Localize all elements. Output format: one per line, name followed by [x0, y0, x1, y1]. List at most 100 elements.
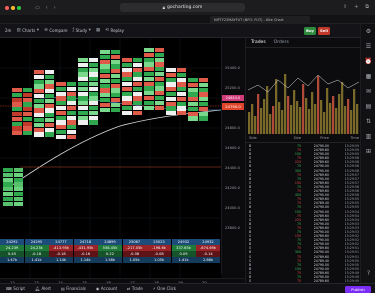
- footprint-cell: [188, 78, 198, 83]
- trade-label: Trade: [131, 286, 143, 291]
- interval-selector[interactable]: 2m: [5, 28, 11, 33]
- calendar-icon[interactable]: ▦: [364, 72, 373, 81]
- footprint-cell: [176, 96, 186, 101]
- alert-button[interactable]: 🔔︎ Alert: [35, 286, 51, 291]
- footprint-cell: [56, 101, 66, 106]
- footprint-cell: [13, 172, 23, 177]
- study-button[interactable]: ƒ Study ▾: [73, 28, 91, 33]
- histogram-bar: [308, 109, 311, 134]
- replay-button[interactable]: ⟲ Replay: [105, 28, 124, 33]
- footprint-cell: [44, 118, 54, 123]
- histogram-bar: [269, 114, 272, 134]
- stat-value: 1.05k: [147, 257, 171, 263]
- footprint-cell: [176, 72, 186, 77]
- footprint-cell: [110, 69, 120, 74]
- footprint-cell: [132, 101, 142, 106]
- buy-button[interactable]: Buy: [304, 27, 316, 35]
- footprint-cell: [3, 182, 13, 187]
- stat-value: 2.86k: [196, 257, 220, 263]
- forward-icon[interactable]: ›: [54, 5, 56, 11]
- lock-icon: 🔒︎: [162, 5, 166, 11]
- address-bar[interactable]: 🔒︎ gocharting.com: [120, 3, 245, 12]
- tab-trades[interactable]: Trades: [251, 40, 266, 45]
- histogram-bar: [266, 86, 269, 134]
- histogram-bar: [293, 90, 296, 134]
- trade-flow-icon[interactable]: ⇅: [364, 117, 373, 126]
- footprint-cell: [34, 118, 44, 123]
- alert-icon[interactable]: ⏰: [364, 57, 373, 66]
- sidebar-toggle-icon[interactable]: ▭: [35, 5, 40, 11]
- help-icon[interactable]: ?: [364, 269, 373, 278]
- footprint-cell: [100, 107, 110, 112]
- footprint-cell: [122, 62, 132, 67]
- footprint-cell: [56, 130, 66, 135]
- maximize-window-button[interactable]: [17, 5, 21, 10]
- code-icon: ⌨: [6, 286, 12, 291]
- footprint-cell: [154, 105, 164, 110]
- footprint-cell: [176, 111, 186, 116]
- footprint-cell: [110, 54, 120, 59]
- bell-icon: 🔔︎: [34, 286, 40, 291]
- footprint-cell: [144, 76, 154, 81]
- footprint-cell: [176, 68, 186, 73]
- settings-icon[interactable]: ⚙: [364, 27, 373, 36]
- charts-menu[interactable]: ▥ Charts ▾: [16, 28, 39, 33]
- footprint-cell: [166, 101, 176, 106]
- trade-button[interactable]: ⇄ Trade: [127, 286, 143, 291]
- new-tab-icon[interactable]: +: [354, 4, 358, 10]
- chevron-down-icon: ▾: [88, 28, 91, 33]
- footprint-cell: [88, 96, 98, 101]
- footprint-cell: [132, 62, 142, 67]
- footprint-cell: [166, 68, 176, 73]
- financials-label: Financials: [66, 286, 86, 291]
- footprint-cell: [88, 77, 98, 82]
- watchlist-icon[interactable]: ☰: [364, 42, 373, 51]
- stat-column: 24932 337.65k 0.09 1.41k: [171, 239, 196, 263]
- footprint-cell: [12, 126, 22, 131]
- sell-button[interactable]: Sell: [318, 27, 330, 35]
- footprint-cell: [166, 111, 176, 116]
- publish-button[interactable]: Publish: [345, 285, 371, 293]
- layout-button[interactable]: ▦: [96, 28, 100, 33]
- right-sidebar: ⚙ ☰ ⏰ ▦ ✉ ▤ ⇅ ▥ ⊞ ?: [360, 24, 375, 283]
- footprint-cell: [66, 86, 76, 91]
- footprint-cell: [44, 108, 54, 113]
- chat-icon[interactable]: ✉: [364, 87, 373, 96]
- tab-orders[interactable]: Orders: [274, 40, 289, 45]
- footprint-cell: [44, 127, 54, 132]
- histogram-bar: [326, 88, 329, 134]
- footprint-cell: [78, 72, 88, 77]
- footprint-cell: [176, 101, 186, 106]
- histogram-bar: [329, 103, 332, 134]
- footprint-cell: [12, 92, 22, 97]
- price-axis[interactable]: 25400.0 25200.0 25000.0 24800.0 24600.0 …: [221, 38, 245, 274]
- trades-panel: Trades Orders Side Size Price Time B 75 24…: [245, 38, 361, 283]
- close-window-button[interactable]: [5, 5, 9, 10]
- financials-button[interactable]: ▤ Financials: [61, 286, 86, 291]
- compare-button[interactable]: ⊕ Compare: [44, 28, 67, 33]
- minimize-window-button[interactable]: [11, 5, 15, 10]
- footprint-cell: [100, 64, 110, 69]
- footprint-cell: [154, 96, 164, 101]
- histogram-bar: [311, 92, 314, 134]
- back-icon[interactable]: ‹: [46, 5, 48, 11]
- footprint-cell: [100, 98, 110, 103]
- footprint-cell: [100, 74, 110, 79]
- account-button[interactable]: ◉ Account: [96, 286, 117, 291]
- script-button[interactable]: ⌨ Script: [6, 286, 25, 291]
- tab-overview-icon[interactable]: ⧉: [365, 4, 369, 10]
- footprint-cell: [198, 87, 208, 92]
- share-icon[interactable]: ⇪: [343, 4, 347, 10]
- one-click-button[interactable]: ⚡ One Click: [153, 286, 176, 291]
- footprint-cell: [176, 87, 186, 92]
- browser-nav: ▭ ‹ ›: [35, 5, 56, 11]
- order-book-icon[interactable]: ▤: [364, 102, 373, 111]
- footprint-cell: [110, 93, 120, 98]
- grid-icon[interactable]: ⊞: [364, 147, 373, 156]
- chart-icon[interactable]: ▥: [364, 132, 373, 141]
- trades-list[interactable]: B 75 24790.00 15:29:59 S 75 24789.80 15:29:59 B 1…: [246, 144, 361, 283]
- price-tick: 24600.0: [225, 146, 240, 150]
- footprint-cell: [154, 91, 164, 96]
- browser-tab[interactable]: NIFTY23MAYFUT (NFO: FUT) - Kite Chart: [210, 16, 310, 24]
- footprint-cell: [132, 77, 142, 82]
